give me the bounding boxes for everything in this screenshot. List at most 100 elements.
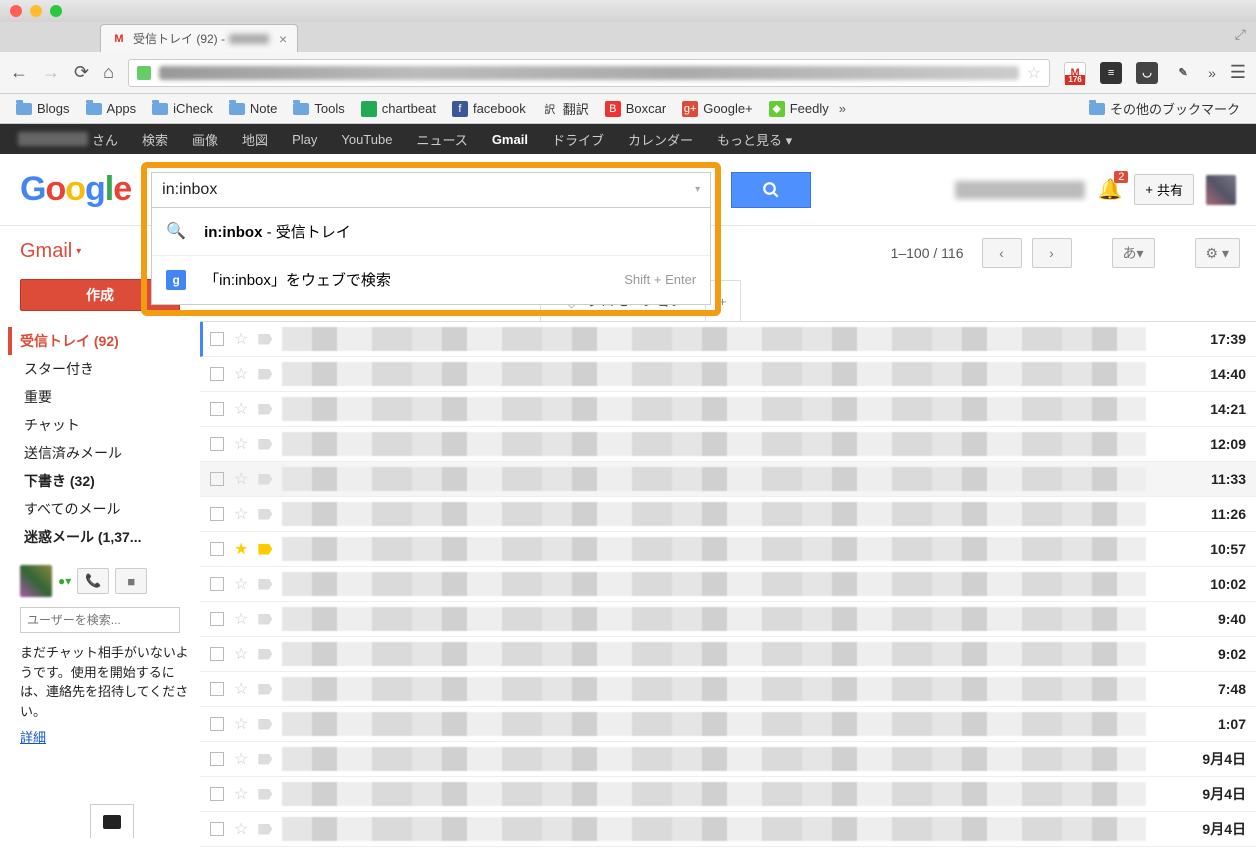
bookmark-facebook[interactable]: ffacebook xyxy=(446,99,532,119)
gbar-gmail[interactable]: Gmail xyxy=(492,132,528,147)
extension-icon-2[interactable]: ≡ xyxy=(1100,62,1122,84)
row-checkbox[interactable] xyxy=(210,472,224,486)
mail-row[interactable]: ☆11:33 xyxy=(200,462,1256,497)
mail-row[interactable]: ☆14:40 xyxy=(200,357,1256,392)
bookmark-tools[interactable]: Tools xyxy=(287,99,350,118)
star-icon[interactable]: ☆ xyxy=(234,679,248,699)
star-icon[interactable]: ☆ xyxy=(234,469,248,489)
gbar-youtube[interactable]: YouTube xyxy=(341,132,392,147)
importance-marker-icon[interactable] xyxy=(258,614,272,625)
mail-row[interactable]: ☆11:26 xyxy=(200,497,1256,532)
mail-row[interactable]: ☆17:39 xyxy=(200,322,1256,357)
gbar-images[interactable]: 画像 xyxy=(192,130,218,149)
pocket-icon[interactable]: ◡ xyxy=(1136,62,1158,84)
importance-marker-icon[interactable] xyxy=(258,824,272,835)
row-checkbox[interactable] xyxy=(210,612,224,626)
reload-icon[interactable]: ⟳ xyxy=(74,62,89,83)
input-mode-button[interactable]: あ ▾ xyxy=(1112,238,1155,268)
window-expand-icon[interactable]: ⤢ xyxy=(1235,26,1246,43)
bookmark-translate[interactable]: 訳翻訳 xyxy=(536,97,595,120)
sidebar-item[interactable]: すべてのメール xyxy=(20,495,190,523)
mail-row[interactable]: ☆9:40 xyxy=(200,602,1256,637)
star-icon[interactable]: ☆ xyxy=(234,644,248,664)
home-icon[interactable]: ⌂ xyxy=(103,62,114,83)
star-icon[interactable]: ☆ xyxy=(234,819,248,839)
importance-marker-icon[interactable] xyxy=(258,404,272,415)
star-icon[interactable]: ☆ xyxy=(234,574,248,594)
google-logo[interactable]: Google xyxy=(20,170,131,209)
video-button[interactable]: ■ xyxy=(115,568,147,594)
row-checkbox[interactable] xyxy=(210,577,224,591)
bookmarks-more[interactable]: » xyxy=(839,101,846,116)
star-icon[interactable]: ☆ xyxy=(234,504,248,524)
mail-row[interactable]: ☆9月4日 xyxy=(200,742,1256,777)
mail-row[interactable]: ☆10:02 xyxy=(200,567,1256,602)
star-icon[interactable]: ☆ xyxy=(234,329,248,349)
row-checkbox[interactable] xyxy=(210,542,224,556)
bookmark-star-icon[interactable]: ☆ xyxy=(1027,63,1041,83)
window-maximize[interactable] xyxy=(50,5,62,17)
importance-marker-icon[interactable] xyxy=(258,334,272,345)
importance-marker-icon[interactable] xyxy=(258,684,272,695)
gbar-more[interactable]: もっと見る ▾ xyxy=(717,130,792,149)
importance-marker-icon[interactable] xyxy=(258,509,272,520)
window-minimize[interactable] xyxy=(30,5,42,17)
importance-marker-icon[interactable] xyxy=(258,544,272,555)
bookmark-apps[interactable]: Apps xyxy=(80,99,143,118)
suggestion-websearch[interactable]: g 「in:inbox」をウェブで検索 Shift + Enter xyxy=(152,256,710,304)
pager-prev-button[interactable]: ‹ xyxy=(982,238,1022,268)
pager-next-button[interactable]: › xyxy=(1032,238,1072,268)
call-button[interactable]: 📞 xyxy=(77,568,109,594)
mail-row[interactable]: ☆14:21 xyxy=(200,392,1256,427)
bookmark-feedly[interactable]: ◆Feedly xyxy=(763,99,835,119)
sidebar-item[interactable]: 下書き (32) xyxy=(20,467,190,495)
tab-close-icon[interactable]: × xyxy=(279,31,287,47)
settings-button[interactable]: ⚙ ▾ xyxy=(1195,238,1240,268)
search-input[interactable]: in:inbox ▾ xyxy=(151,172,711,208)
star-icon[interactable]: ☆ xyxy=(234,434,248,454)
star-icon[interactable]: ☆ xyxy=(234,399,248,419)
user-avatar[interactable] xyxy=(1206,175,1236,205)
gbar-news[interactable]: ニュース xyxy=(416,130,467,149)
star-icon[interactable]: ☆ xyxy=(234,364,248,384)
row-checkbox[interactable] xyxy=(210,822,224,836)
menu-icon[interactable]: ☰ xyxy=(1230,62,1246,83)
importance-marker-icon[interactable] xyxy=(258,439,272,450)
sidebar-item[interactable]: チャット xyxy=(20,411,190,439)
sidebar-item[interactable]: 送信済みメール xyxy=(20,439,190,467)
detail-link[interactable]: 詳細 xyxy=(20,727,46,746)
gmail-extension-icon[interactable]: 176 xyxy=(1064,62,1086,84)
status-indicator-icon[interactable]: ●▾ xyxy=(58,574,71,588)
search-button[interactable] xyxy=(731,172,811,208)
importance-marker-icon[interactable] xyxy=(258,369,272,380)
hangout-avatar[interactable] xyxy=(20,565,52,597)
notifications-icon[interactable]: 🔔2 xyxy=(1097,177,1122,202)
importance-marker-icon[interactable] xyxy=(258,719,272,730)
row-checkbox[interactable] xyxy=(210,787,224,801)
bookmark-icheck[interactable]: iCheck xyxy=(146,99,219,118)
importance-marker-icon[interactable] xyxy=(258,754,272,765)
star-icon[interactable]: ★ xyxy=(234,539,248,559)
forward-icon[interactable]: → xyxy=(42,62,60,83)
bookmark-note[interactable]: Note xyxy=(223,99,283,118)
sidebar-item[interactable]: 重要 xyxy=(20,383,190,411)
sidebar-item[interactable]: 受信トレイ (92) xyxy=(8,327,190,355)
row-checkbox[interactable] xyxy=(210,507,224,521)
contact-search-input[interactable] xyxy=(20,607,180,633)
mail-row[interactable]: ☆9月4日 xyxy=(200,777,1256,812)
mail-row[interactable]: ★10:57 xyxy=(200,532,1256,567)
gbar-search[interactable]: 検索 xyxy=(142,130,168,149)
gbar-maps[interactable]: 地図 xyxy=(242,130,268,149)
bookmark-blogs[interactable]: Blogs xyxy=(10,99,76,118)
mail-row[interactable]: ☆9:02 xyxy=(200,637,1256,672)
other-bookmarks[interactable]: その他のブックマーク xyxy=(1083,97,1246,120)
mail-row[interactable]: ☆12:09 xyxy=(200,427,1256,462)
gbar-play[interactable]: Play xyxy=(292,132,317,147)
star-icon[interactable]: ☆ xyxy=(234,784,248,804)
back-icon[interactable]: ← xyxy=(10,62,28,83)
row-checkbox[interactable] xyxy=(210,367,224,381)
importance-marker-icon[interactable] xyxy=(258,789,272,800)
row-checkbox[interactable] xyxy=(210,332,224,346)
extension-icon-4[interactable]: ✎ xyxy=(1172,62,1194,84)
share-button[interactable]: +共有 xyxy=(1134,174,1194,205)
